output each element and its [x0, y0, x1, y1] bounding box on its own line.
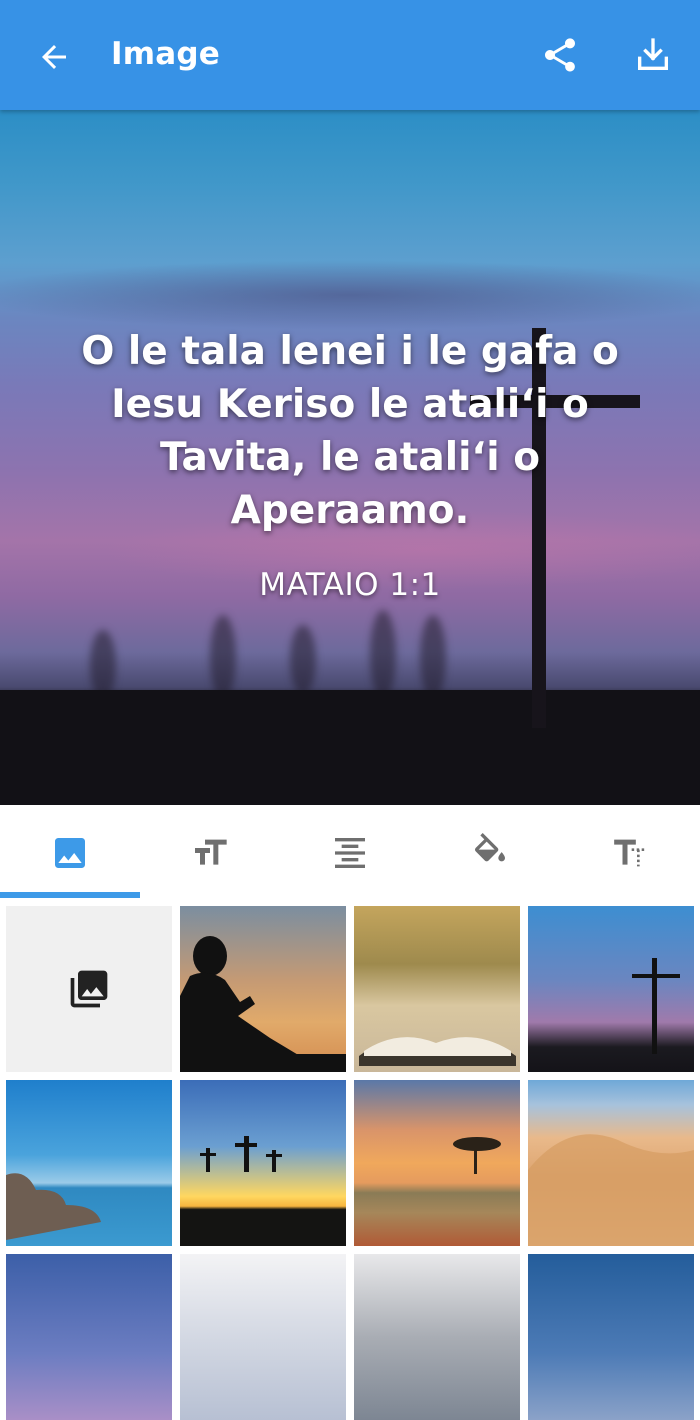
download-icon — [638, 38, 668, 70]
boy-silhouette — [180, 936, 346, 1072]
tab-font-size[interactable] — [140, 805, 280, 900]
dune-shape — [528, 1134, 694, 1246]
rocks-shape — [6, 1173, 101, 1240]
text-size-icon — [195, 839, 227, 865]
app-bar: Image — [0, 0, 700, 110]
ground — [0, 690, 700, 805]
share-icon — [545, 38, 575, 72]
background-thumbnail[interactable] — [354, 1254, 520, 1420]
photo-library-icon — [70, 970, 108, 1008]
tab-background[interactable] — [0, 805, 140, 900]
verse-reference[interactable]: MATAIO 1:1 — [0, 567, 700, 603]
tree-shape — [453, 1137, 501, 1174]
background-thumbnail-sea[interactable] — [6, 1080, 172, 1246]
three-crosses-shape — [200, 1136, 282, 1172]
tab-font-style[interactable] — [560, 805, 700, 900]
image-icon — [55, 837, 85, 868]
editor-tabs — [0, 805, 700, 901]
background-gallery — [0, 900, 700, 1420]
choose-from-gallery-button[interactable] — [6, 906, 172, 1072]
tab-alignment[interactable] — [280, 805, 420, 900]
arrow-back-icon — [42, 45, 66, 69]
background-thumbnail-tree[interactable] — [354, 1080, 520, 1246]
background-thumbnail-open-bible[interactable] — [354, 906, 520, 1072]
align-center-icon — [335, 837, 365, 868]
verse-text[interactable]: O le tala lenei i le gafa o Iesu Keriso … — [40, 325, 660, 537]
page-title: Image — [111, 36, 220, 72]
cross-shape — [632, 958, 680, 1054]
background-thumbnail[interactable] — [180, 1254, 346, 1420]
background-thumbnail[interactable] — [6, 1254, 172, 1420]
text-format-icon — [614, 839, 645, 866]
download-button[interactable] — [629, 31, 677, 79]
verse-image-preview: O le tala lenei i le gafa o Iesu Keriso … — [0, 110, 700, 805]
selected-tab-indicator — [0, 892, 140, 898]
grass — [370, 610, 396, 700]
grass — [290, 625, 316, 695]
background-thumbnail[interactable] — [528, 1254, 694, 1420]
background-thumbnail-cross[interactable] — [528, 906, 694, 1072]
background-thumbnail-boy-reading[interactable] — [180, 906, 346, 1072]
background-thumbnail-three-crosses[interactable] — [180, 1080, 346, 1246]
back-button[interactable] — [30, 33, 78, 81]
share-button[interactable] — [536, 31, 584, 79]
grass — [210, 615, 236, 700]
paint-bucket-icon — [474, 832, 505, 861]
book-shape — [359, 1037, 516, 1066]
cloud — [0, 260, 700, 330]
tab-color[interactable] — [420, 805, 560, 900]
background-thumbnail-desert[interactable] — [528, 1080, 694, 1246]
grass — [420, 615, 446, 700]
